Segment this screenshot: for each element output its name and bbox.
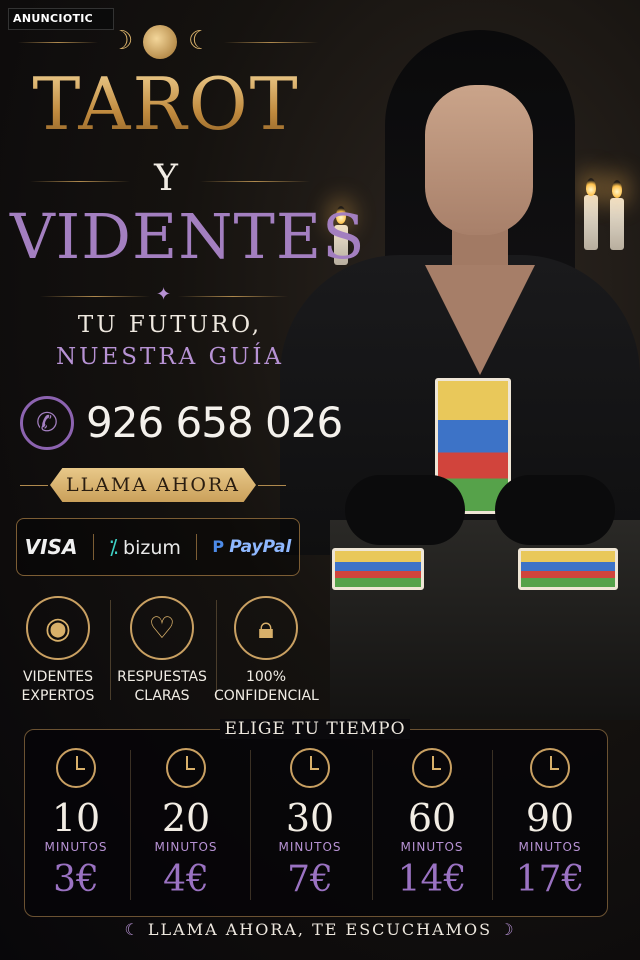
crescent-moon-icon: ☽ xyxy=(110,26,134,56)
tarot-card xyxy=(518,548,618,590)
title-connector: Y xyxy=(154,158,178,199)
glove xyxy=(495,475,615,545)
candle-flame xyxy=(612,180,622,198)
paypal-icon: P xyxy=(212,537,225,556)
footer-slogan: ☾ LLAMA AHORA, TE ESCUCHAMOS ☽ xyxy=(124,920,516,939)
divider xyxy=(20,485,48,486)
pricing-heading: ELIGE TU TIEMPO xyxy=(220,719,410,739)
visa-logo: VISA xyxy=(24,535,78,559)
plan-10-min[interactable]: 10 MINUTOS 3€ xyxy=(18,748,134,900)
candle xyxy=(610,198,624,250)
phone-icon[interactable]: ✆ xyxy=(20,396,74,450)
plan-90-min[interactable]: 90 MINUTOS 17€ xyxy=(492,748,608,900)
candle-flame xyxy=(586,178,596,196)
tagline-line-1: TU FUTURO, xyxy=(77,312,263,338)
full-moon-icon xyxy=(143,25,177,59)
clock-icon xyxy=(530,748,570,788)
crystal-ball-icon: ◉ xyxy=(26,596,90,660)
title-tarot: TAROT xyxy=(10,62,322,146)
clock-icon xyxy=(56,748,96,788)
clock-icon xyxy=(290,748,330,788)
face xyxy=(425,85,533,235)
crescent-moon-icon: ☽ xyxy=(499,920,516,939)
heart-icon: ♡ xyxy=(130,596,194,660)
plan-30-min[interactable]: 30 MINUTOS 7€ xyxy=(252,748,368,900)
payment-methods: VISA ⁒ bizum P PayPal xyxy=(16,518,300,576)
feature-confidential: 🔒︎ 100% CONFIDENCIAL xyxy=(214,596,319,706)
sparkle-icon: ✦ xyxy=(156,284,172,305)
plan-20-min[interactable]: 20 MINUTOS 4€ xyxy=(128,748,244,900)
tarot-card xyxy=(332,548,424,590)
crescent-moon-icon: ☾ xyxy=(124,920,141,939)
poster: ANUNCIOTIC ☽ ☾ TAROT Y VIDENTES ✦ TU FUT… xyxy=(0,0,640,960)
paypal-logo: P PayPal xyxy=(212,537,292,557)
plan-60-min[interactable]: 60 MINUTOS 14€ xyxy=(374,748,490,900)
crescent-moon-icon: ☾ xyxy=(188,26,212,56)
feature-clear-answers: ♡ RESPUESTAS CLARAS xyxy=(110,596,214,706)
title-videntes: VIDENTES xyxy=(10,200,366,273)
lock-icon: 🔒︎ xyxy=(234,596,298,660)
clock-icon xyxy=(166,748,206,788)
phone-number[interactable]: 926 658 026 xyxy=(86,398,343,447)
candle xyxy=(584,195,598,250)
tagline-line-2: NUESTRA GUÍA xyxy=(55,344,285,370)
glove xyxy=(345,475,465,545)
moon-ornament: ☽ ☾ xyxy=(18,24,318,60)
bizum-logo: ⁒ bizum xyxy=(108,535,181,559)
feature-expert-psychics: ◉ VIDENTES EXPERTOS xyxy=(6,596,110,706)
divider xyxy=(258,485,286,486)
bizum-icon: ⁒ xyxy=(108,535,118,559)
clock-icon xyxy=(412,748,452,788)
call-now-button[interactable]: LLAMA AHORA xyxy=(50,468,256,502)
